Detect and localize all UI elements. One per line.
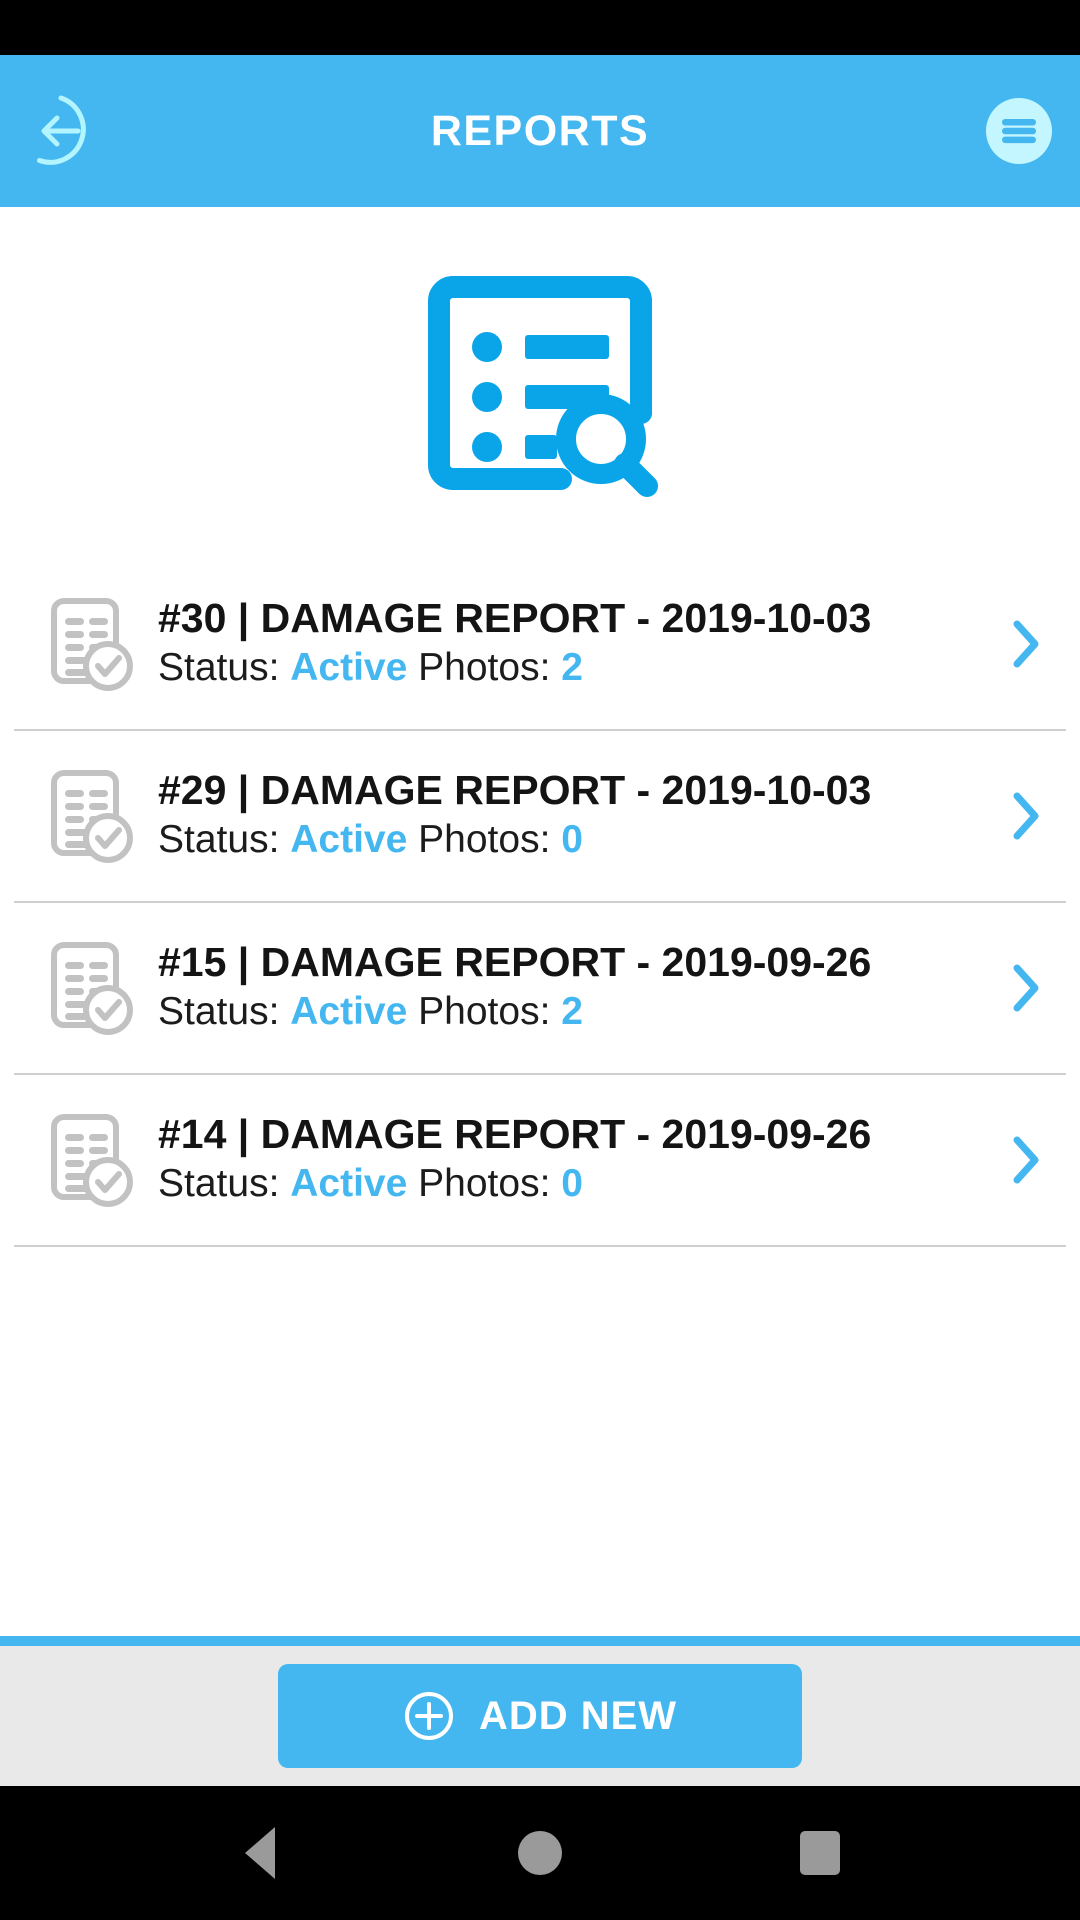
status-label: Status: bbox=[158, 1162, 280, 1206]
row-title: #30 | DAMAGE REPORT - 2019-10-03 bbox=[158, 595, 872, 642]
row-text: #30 | DAMAGE REPORT - 2019-10-03 Status:… bbox=[158, 595, 990, 692]
row-text: #14 | DAMAGE REPORT - 2019-09-26 Status:… bbox=[158, 1111, 990, 1208]
nav-back-triangle-icon bbox=[245, 1827, 275, 1879]
document-check-icon bbox=[48, 768, 136, 864]
hamburger-menu-icon bbox=[986, 98, 1052, 164]
document-check-icon-glyph bbox=[51, 770, 133, 863]
back-button[interactable] bbox=[22, 92, 100, 170]
chevron-right-icon-glyph bbox=[1013, 620, 1039, 668]
nav-back-button[interactable] bbox=[215, 1808, 305, 1898]
document-check-icon bbox=[48, 1112, 136, 1208]
chevron-right-icon[interactable] bbox=[998, 788, 1054, 844]
document-check-icon-glyph bbox=[51, 942, 133, 1035]
add-new-button[interactable]: ADD NEW bbox=[278, 1664, 802, 1768]
status-label: Status: bbox=[158, 646, 280, 690]
status-label: Status: bbox=[158, 818, 280, 862]
reports-list: #30 | DAMAGE REPORT - 2019-10-03 Status:… bbox=[0, 559, 1080, 1636]
footer-bar: ADD NEW bbox=[0, 1646, 1080, 1786]
photos-label: Photos: bbox=[418, 818, 551, 862]
photos-label: Photos: bbox=[418, 990, 551, 1034]
photos-label: Photos: bbox=[418, 646, 551, 690]
app-bar: REPORTS bbox=[0, 55, 1080, 207]
plus-circle-icon bbox=[404, 1692, 453, 1740]
arrow-left-circle-icon bbox=[37, 95, 86, 165]
status-bar bbox=[0, 0, 1080, 55]
photos-value: 2 bbox=[561, 646, 583, 690]
chevron-right-icon[interactable] bbox=[998, 960, 1054, 1016]
row-text: #15 | DAMAGE REPORT - 2019-09-26 Status:… bbox=[158, 939, 990, 1036]
photos-value: 0 bbox=[561, 1162, 583, 1206]
app-screen: REPORTS #30 | DAMAGE REPORT - 2019-10-03… bbox=[0, 0, 1080, 1920]
photos-value: 2 bbox=[561, 990, 583, 1034]
table-row[interactable]: #29 | DAMAGE REPORT - 2019-10-03 Status:… bbox=[0, 731, 1080, 901]
nav-recents-square-icon bbox=[800, 1831, 840, 1875]
row-subtitle: Status: Active Photos: 2 bbox=[158, 645, 990, 692]
photos-label: Photos: bbox=[418, 1162, 551, 1206]
row-text: #29 | DAMAGE REPORT - 2019-10-03 Status:… bbox=[158, 767, 990, 864]
chevron-right-icon[interactable] bbox=[998, 616, 1054, 672]
menu-button[interactable] bbox=[980, 92, 1058, 170]
row-subtitle: Status: Active Photos: 0 bbox=[158, 1161, 990, 1208]
nav-home-button[interactable] bbox=[495, 1808, 585, 1898]
table-row[interactable]: #15 | DAMAGE REPORT - 2019-09-26 Status:… bbox=[0, 903, 1080, 1073]
status-value: Active bbox=[290, 990, 408, 1034]
row-subtitle: Status: Active Photos: 2 bbox=[158, 989, 990, 1036]
row-title: #14 | DAMAGE REPORT - 2019-09-26 bbox=[158, 1111, 872, 1158]
nav-recents-button[interactable] bbox=[775, 1808, 865, 1898]
photos-value: 0 bbox=[561, 818, 583, 862]
table-row[interactable]: #14 | DAMAGE REPORT - 2019-09-26 Status:… bbox=[0, 1075, 1080, 1245]
document-check-icon-glyph bbox=[51, 598, 133, 691]
document-check-icon bbox=[48, 940, 136, 1036]
document-check-icon-glyph bbox=[51, 1114, 133, 1207]
page-title: REPORTS bbox=[430, 106, 650, 155]
report-list-search-icon bbox=[428, 276, 658, 497]
row-title: #15 | DAMAGE REPORT - 2019-09-26 bbox=[158, 939, 872, 986]
hero-illustration bbox=[0, 207, 1080, 559]
row-title: #29 | DAMAGE REPORT - 2019-10-03 bbox=[158, 767, 872, 814]
status-value: Active bbox=[290, 646, 408, 690]
table-row[interactable]: #30 | DAMAGE REPORT - 2019-10-03 Status:… bbox=[0, 559, 1080, 729]
row-divider bbox=[14, 1245, 1066, 1247]
row-subtitle: Status: Active Photos: 0 bbox=[158, 817, 990, 864]
chevron-right-icon-glyph bbox=[1013, 1136, 1039, 1184]
document-check-icon bbox=[48, 596, 136, 692]
status-label: Status: bbox=[158, 990, 280, 1034]
status-value: Active bbox=[290, 1162, 408, 1206]
android-nav-bar bbox=[0, 1786, 1080, 1920]
chevron-right-icon[interactable] bbox=[998, 1132, 1054, 1188]
chevron-right-icon-glyph bbox=[1013, 964, 1039, 1012]
chevron-right-icon-glyph bbox=[1013, 792, 1039, 840]
nav-home-circle-icon bbox=[518, 1831, 562, 1875]
status-value: Active bbox=[290, 818, 408, 862]
add-new-label: ADD NEW bbox=[478, 1693, 678, 1738]
footer-separator bbox=[0, 1636, 1080, 1646]
